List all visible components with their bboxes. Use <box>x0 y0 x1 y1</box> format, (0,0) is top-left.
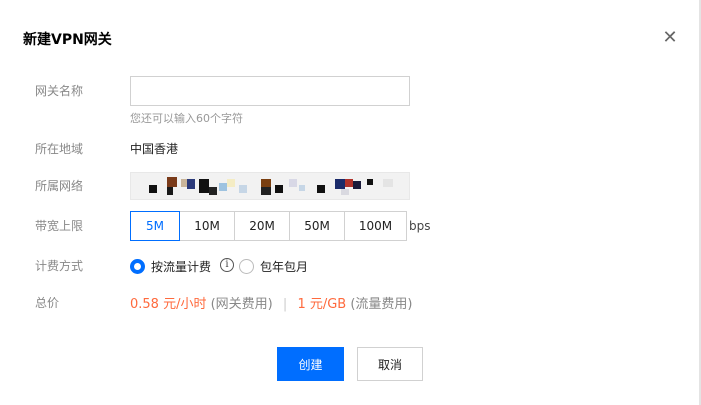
bandwidth-unit: bps <box>409 219 431 233</box>
cancel-button[interactable]: 取消 <box>357 347 423 381</box>
gateway-fee-amount: 0.58 元/小时 <box>130 297 207 312</box>
traffic-fee-amount: 1 元/GB <box>297 297 347 312</box>
bandwidth-option-5m[interactable]: 5M <box>130 211 180 241</box>
total-price-label: 总价 <box>35 296 60 310</box>
dialog-title: 新建VPN网关 <box>23 32 112 48</box>
gateway-fee-note: (网关费用) <box>210 297 273 312</box>
radio-unchecked-icon[interactable] <box>239 258 254 274</box>
billing-option-traffic[interactable]: 按流量计费 <box>130 257 211 275</box>
price-separator: | <box>282 297 288 312</box>
bandwidth-option-50m[interactable]: 50M <box>289 211 345 241</box>
bandwidth-options: 5M 10M 20M 50M 100M <box>130 211 407 241</box>
bandwidth-option-10m[interactable]: 10M <box>179 211 235 241</box>
total-price: 0.58 元/小时 (网关费用) | 1 元/GB (流量费用) <box>130 293 413 312</box>
region-value: 中国香港 <box>130 142 179 156</box>
gateway-name-hint: 您还可以输入60个字符 <box>130 112 243 125</box>
bandwidth-option-100m[interactable]: 100M <box>344 211 407 241</box>
create-vpn-gateway-dialog: 新建VPN网关 ✕ 网关名称 您还可以输入60个字符 所在地域 中国香港 所属网… <box>0 0 701 405</box>
billing-option-annual-label: 包年包月 <box>260 259 309 274</box>
billing-option-traffic-label: 按流量计费 <box>151 259 212 274</box>
info-icon[interactable]: i <box>220 258 234 272</box>
billing-option-annual[interactable]: 包年包月 <box>239 257 308 275</box>
traffic-fee-note: (流量费用) <box>350 297 413 312</box>
bandwidth-label: 带宽上限 <box>35 219 84 233</box>
bandwidth-option-20m[interactable]: 20M <box>234 211 290 241</box>
billing-label: 计费方式 <box>35 259 84 273</box>
region-label: 所在地域 <box>35 142 84 156</box>
create-button[interactable]: 创建 <box>277 347 344 381</box>
radio-checked-icon[interactable] <box>130 258 145 274</box>
network-select-redacted[interactable] <box>130 172 410 200</box>
gateway-name-input[interactable] <box>130 76 410 106</box>
network-label: 所属网络 <box>35 179 84 193</box>
close-icon[interactable]: ✕ <box>661 29 679 47</box>
gateway-name-label: 网关名称 <box>35 84 84 98</box>
